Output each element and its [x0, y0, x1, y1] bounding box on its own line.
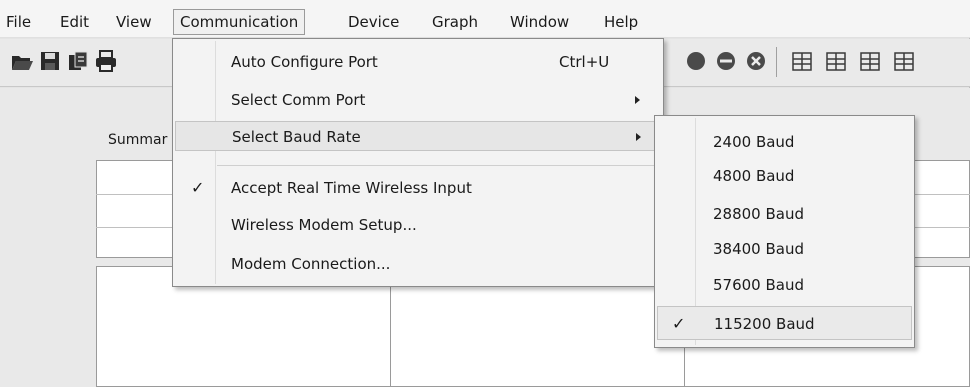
menu-file[interactable]: File — [0, 9, 37, 35]
grid-c-icon[interactable] — [858, 49, 882, 73]
menu-communication[interactable]: Communication — [173, 9, 306, 35]
menu-edit[interactable]: Edit — [54, 9, 95, 35]
menu-item-select-comm-port[interactable]: Select Comm Port — [175, 85, 661, 115]
cancel-icon[interactable] — [744, 49, 768, 73]
menu-window[interactable]: Window — [504, 9, 575, 35]
menu-separator — [217, 165, 661, 166]
stop-icon[interactable] — [714, 49, 738, 73]
menu-item-115200-baud[interactable]: ✓ 115200 Baud — [657, 306, 912, 340]
check-icon: ✓ — [672, 314, 686, 333]
menu-item-select-baud-rate[interactable]: Select Baud Rate — [175, 121, 661, 151]
menu-item-2400-baud[interactable]: 2400 Baud — [657, 125, 912, 159]
menu-item-label: Wireless Modem Setup... — [231, 216, 417, 234]
menu-item-label: Auto Configure Port — [231, 53, 378, 71]
submenu-arrow-icon — [635, 96, 640, 104]
menu-item-4800-baud[interactable]: 4800 Baud — [657, 159, 912, 193]
baud-rate-submenu: 2400 Baud 4800 Baud 28800 Baud 38400 Bau… — [654, 115, 915, 348]
copy-icon[interactable] — [66, 49, 90, 73]
menu-item-label: 115200 Baud — [714, 315, 815, 333]
grid-d-icon[interactable] — [892, 49, 916, 73]
menu-item-label: 28800 Baud — [713, 205, 804, 223]
menu-item-accept-real-time-wireless-input[interactable]: ✓ Accept Real Time Wireless Input — [175, 173, 661, 203]
menu-item-label: Select Comm Port — [231, 91, 366, 109]
menu-gutter — [215, 41, 216, 284]
menu-item-label: 57600 Baud — [713, 276, 804, 294]
save-icon[interactable] — [38, 49, 62, 73]
menu-view[interactable]: View — [110, 9, 158, 35]
submenu-arrow-icon — [636, 133, 641, 141]
menu-item-28800-baud[interactable]: 28800 Baud — [657, 197, 912, 231]
print-icon[interactable] — [94, 49, 118, 73]
menu-graph[interactable]: Graph — [426, 9, 484, 35]
menu-item-auto-configure-port[interactable]: Auto Configure Port Ctrl+U — [175, 47, 661, 77]
menu-item-label: Modem Connection... — [231, 255, 391, 273]
menu-item-38400-baud[interactable]: 38400 Baud — [657, 232, 912, 266]
menu-bar: File Edit View Communication Device Grap… — [0, 0, 970, 38]
check-icon: ✓ — [191, 178, 205, 197]
grid-b-icon[interactable] — [824, 49, 848, 73]
menu-item-shortcut: Ctrl+U — [559, 53, 610, 71]
menu-item-modem-connection[interactable]: Modem Connection... — [175, 249, 661, 279]
app-window: File Edit View Communication Device Grap… — [0, 0, 970, 387]
menu-item-label: 38400 Baud — [713, 240, 804, 258]
grid-a-icon[interactable] — [790, 49, 814, 73]
communication-menu: Auto Configure Port Ctrl+U Select Comm P… — [172, 38, 664, 287]
toolbar-separator — [776, 47, 777, 77]
menu-item-label: 2400 Baud — [713, 133, 795, 151]
tab-summary[interactable]: Summar — [108, 132, 167, 148]
menu-device[interactable]: Device — [342, 9, 405, 35]
record-icon[interactable] — [684, 49, 708, 73]
menu-item-57600-baud[interactable]: 57600 Baud — [657, 268, 912, 302]
menu-item-wireless-modem-setup[interactable]: Wireless Modem Setup... — [175, 210, 661, 240]
menu-item-label: Accept Real Time Wireless Input — [231, 179, 472, 197]
menu-item-label: Select Baud Rate — [232, 128, 361, 146]
menu-help[interactable]: Help — [598, 9, 644, 35]
menu-item-label: 4800 Baud — [713, 167, 795, 185]
open-folder-icon[interactable] — [10, 49, 34, 73]
